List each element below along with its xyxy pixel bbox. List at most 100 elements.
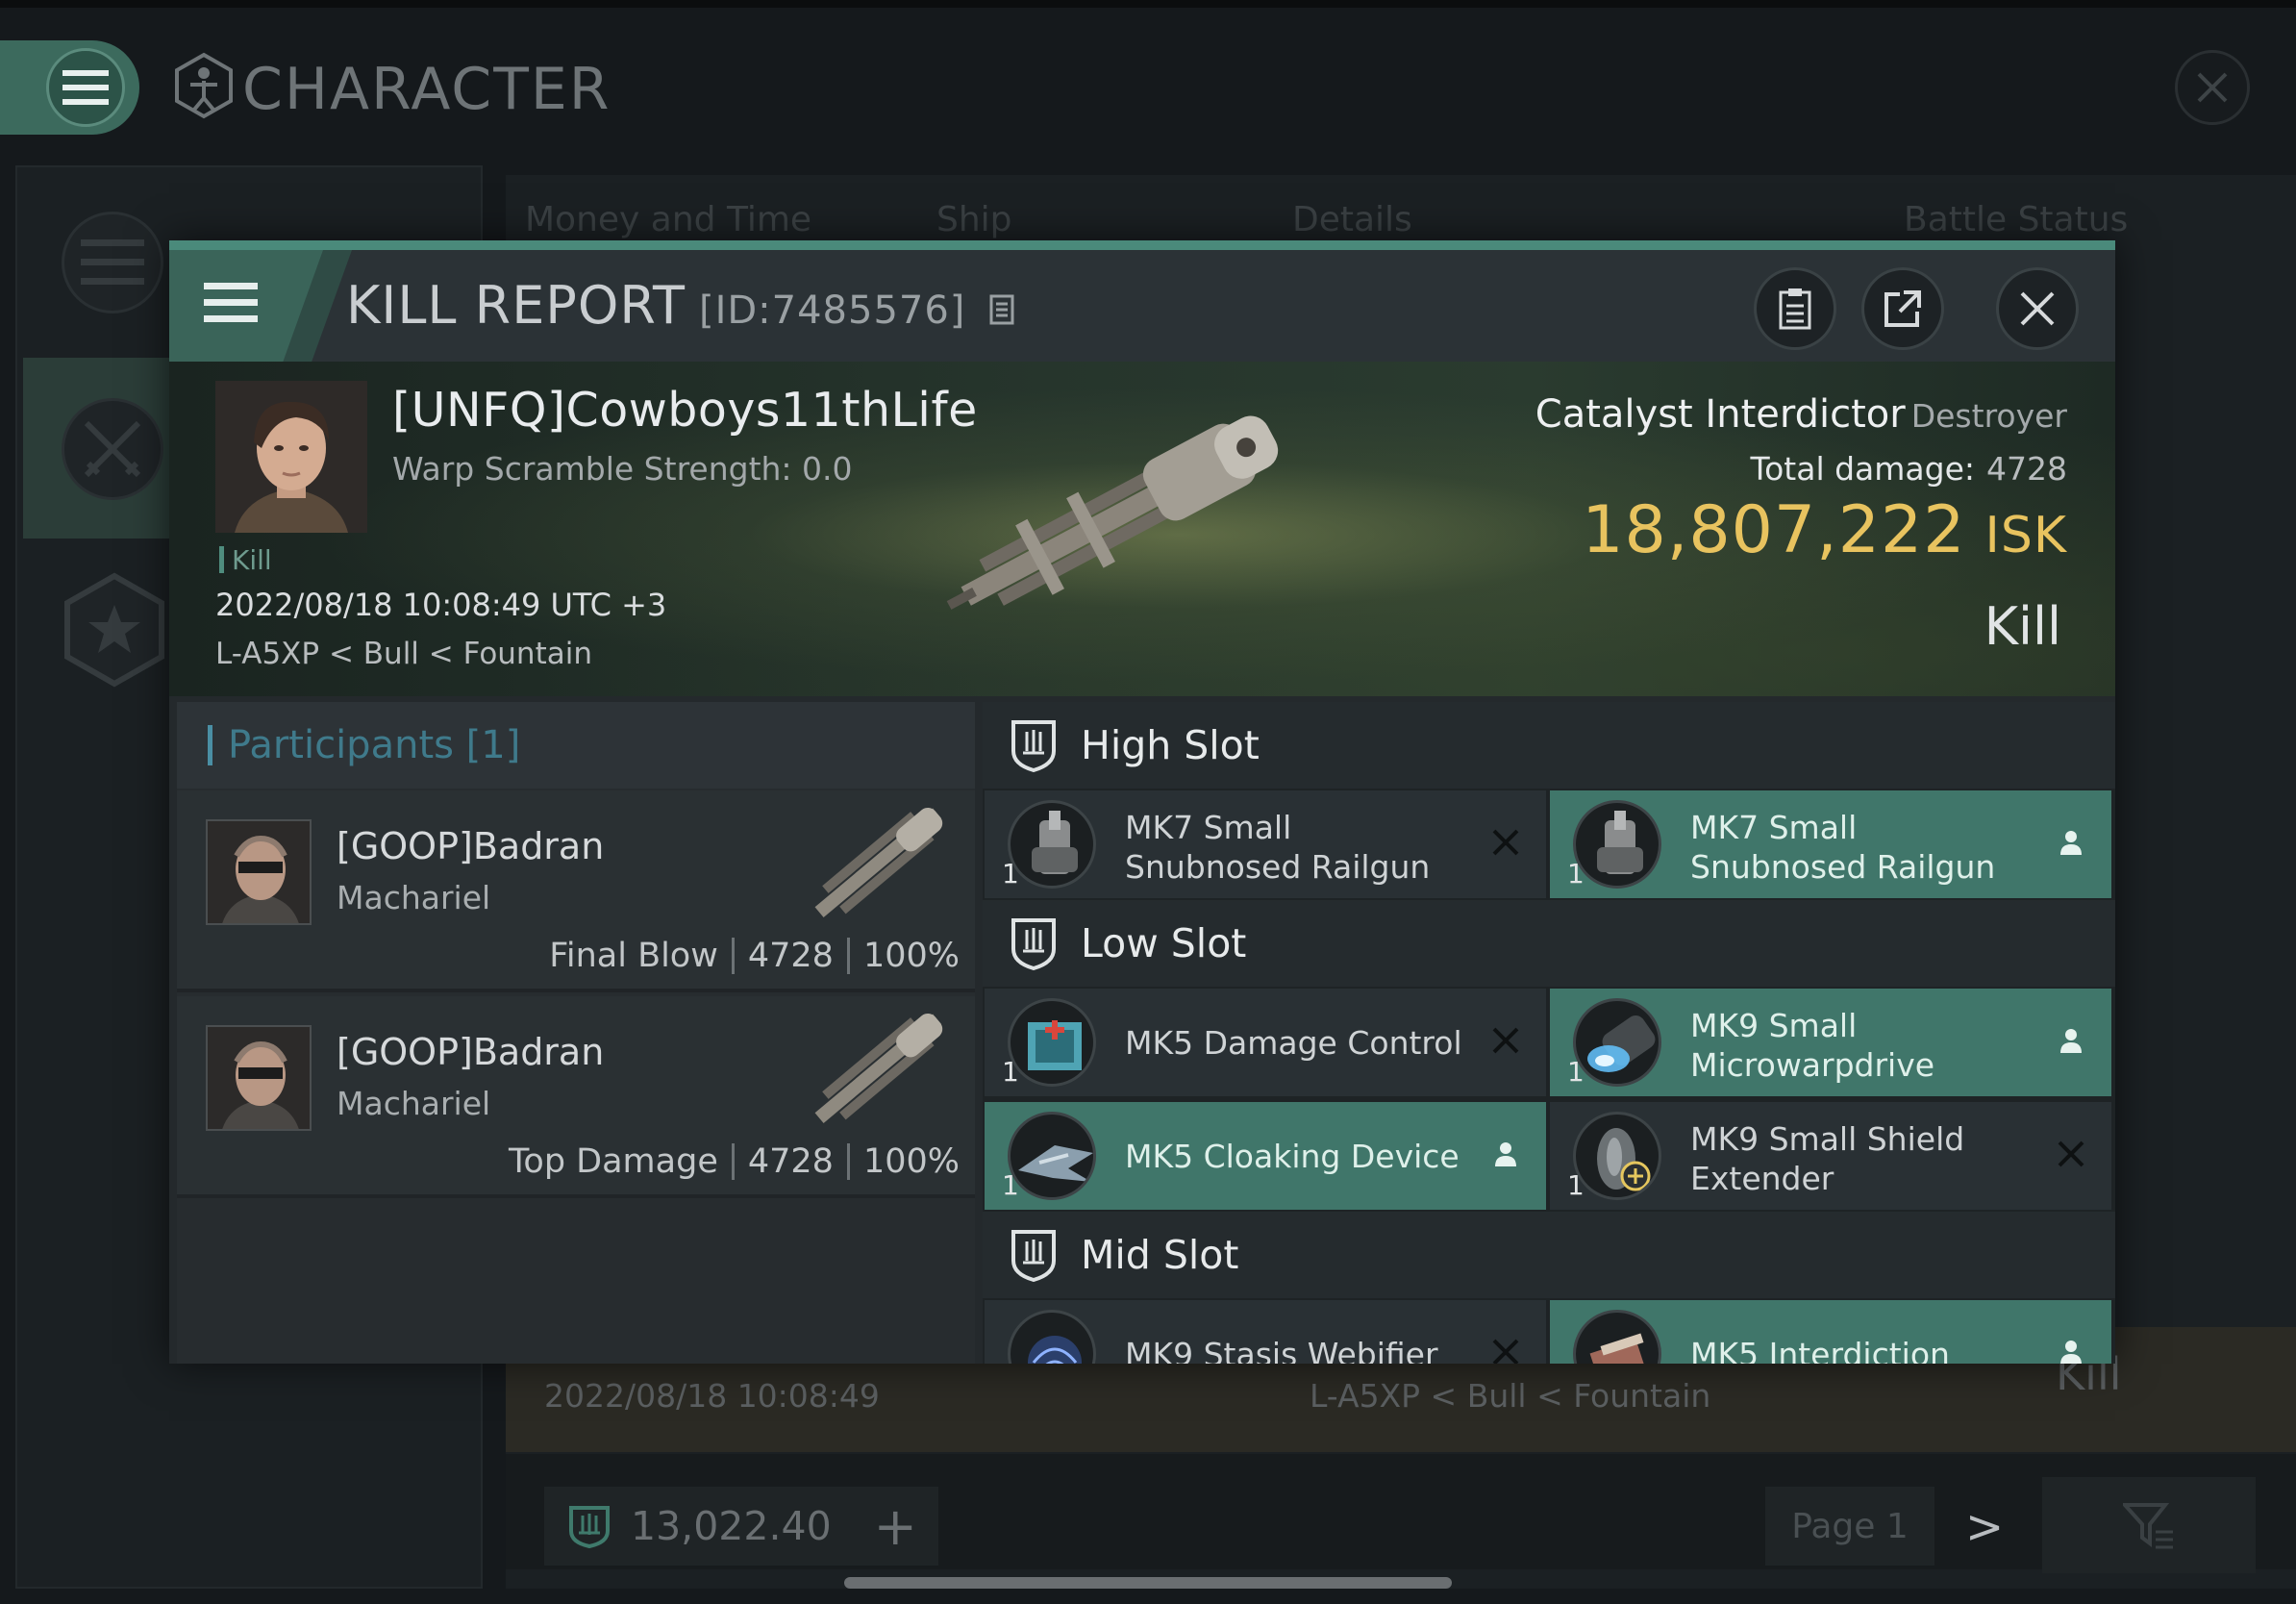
attacker-damage: 4728 (747, 937, 834, 975)
close-icon (2197, 72, 2228, 103)
slot-item-destroyed[interactable]: 1 MK7 Small Snubnosed Railgun (985, 790, 1546, 898)
close-character-button[interactable] (2175, 50, 2250, 125)
participants-header: Participants [1] (177, 702, 975, 789)
slot-item-dropped[interactable]: 1 MK5 Interdiction (1550, 1300, 2111, 1364)
slot-item-dropped[interactable]: 1 MK5 Cloaking Device (985, 1102, 1546, 1210)
column-details[interactable]: Details (1292, 200, 1412, 239)
participant-row[interactable]: [GOOP]Badran Machariel Top Damage 4728 1… (177, 996, 975, 1198)
copy-icon[interactable] (989, 294, 1016, 327)
list-icon (81, 239, 144, 285)
sidebar-medals-button[interactable] (62, 572, 167, 688)
column-money-time[interactable]: Money and Time (525, 200, 811, 239)
slot-item-dropped[interactable]: 1 MK9 Small Microwarpdrive (1550, 989, 2111, 1096)
railgun-icon (1008, 800, 1096, 889)
slot-item-dropped[interactable]: 1 MK7 Small Snubnosed Railgun (1550, 790, 2111, 898)
dropped-person-icon (2052, 1333, 2090, 1364)
destroyed-x-icon (1486, 823, 1525, 862)
add-funds-button[interactable]: + (874, 1496, 917, 1557)
attacker-role: Final Blow (549, 937, 718, 975)
item-name: MK5 Cloaking Device (1125, 1138, 1460, 1175)
shield-extender-icon (1573, 1112, 1661, 1200)
slot-shield-icon (1011, 720, 1056, 772)
kill-tag-bar (219, 546, 224, 573)
dropped-person-icon (2052, 823, 2090, 862)
high-slot-label: High Slot (1081, 722, 1260, 768)
slot-shield-icon (1011, 1230, 1056, 1282)
victim-portrait[interactable] (215, 381, 367, 533)
wallet-display: 13,022.40 + (544, 1487, 938, 1566)
destroyed-x-icon (1486, 1021, 1525, 1060)
participant-row[interactable]: [GOOP]Badran Machariel Final Blow 4728 1… (177, 790, 975, 992)
low-slot-label: Low Slot (1081, 920, 1247, 966)
item-quantity: 1 (1567, 1056, 1585, 1088)
attacker-name[interactable]: [GOOP]Badran (337, 1031, 604, 1073)
item-name: MK9 Small Microwarpdrive (1690, 1007, 1935, 1084)
slot-item-destroyed[interactable]: 1 MK9 Stasis Webifier (985, 1300, 1546, 1364)
sidebar-list-button[interactable] (62, 212, 163, 313)
slot-item-destroyed[interactable]: 1 MK9 Small Shield Extender (1550, 1102, 2111, 1210)
close-icon (2020, 291, 2055, 326)
attacker-percent: 100% (862, 1142, 960, 1181)
clipboard-icon (1779, 288, 1811, 330)
mid-slot-header: Mid Slot (983, 1212, 2115, 1298)
railgun-icon (1573, 800, 1661, 889)
item-name: MK7 Small Snubnosed Railgun (1690, 809, 1996, 886)
cloaking-device-icon (1008, 1112, 1096, 1200)
destroyed-x-icon (1486, 1333, 1525, 1364)
attacker-ship-image (792, 796, 965, 931)
attacker-ship-image (792, 1002, 965, 1137)
total-damage-value: 4728 (1986, 450, 2067, 488)
kill-datetime: 2022/08/18 10:08:49 UTC +3 (215, 587, 667, 623)
page-title: CHARACTER (242, 56, 611, 123)
slot-shield-icon (1011, 918, 1056, 970)
filter-icon (2123, 1503, 2173, 1549)
scrollbar[interactable] (844, 1577, 1452, 1589)
participants-title: Participants [1] (228, 723, 521, 767)
sidebar-combat-button[interactable] (62, 398, 163, 500)
attacker-name[interactable]: [GOOP]Badran (337, 825, 604, 867)
stats-separator (731, 938, 735, 974)
victim-name[interactable]: [UNFQ]Cowboys11thLife (392, 383, 978, 438)
menu-icon (46, 48, 125, 127)
kill-report-dialog: KILL REPORT [ID:7485576] [UNFQ]Cowboys11… (169, 240, 2115, 1364)
attacker-ship: Machariel (337, 1085, 491, 1122)
dropped-person-icon (2052, 1021, 2090, 1060)
kill-location[interactable]: L-A5XP < Bull < Fountain (215, 637, 592, 671)
kill-tag-label: Kill (232, 544, 272, 576)
ship-name[interactable]: Catalyst Interdictor (1535, 392, 1906, 437)
attacker-damage: 4728 (747, 1142, 834, 1181)
item-name: MK5 Damage Control (1125, 1024, 1462, 1062)
column-ship[interactable]: Ship (936, 200, 1012, 239)
record-location: L-A5XP < Bull < Fountain (1310, 1377, 1711, 1415)
participants-header-bar (208, 725, 212, 765)
ship-class: Destroyer (1910, 397, 2067, 435)
dropped-person-icon (1486, 1135, 1525, 1173)
fitting-slots-panel: High Slot 1 MK7 Small Snubnosed Railgun … (983, 702, 2115, 1364)
main-menu-button[interactable] (0, 40, 139, 135)
item-quantity: 1 (1002, 1169, 1019, 1201)
record-date: 2022/08/18 10:08:49 (544, 1377, 880, 1415)
share-button[interactable] (1861, 267, 1944, 350)
clipboard-button[interactable] (1754, 267, 1836, 350)
attacker-avatar[interactable] (206, 819, 312, 925)
total-damage-label: Total damage: (1750, 450, 1976, 488)
attacker-avatar[interactable] (206, 1025, 312, 1131)
isk-currency: ISK (1984, 507, 2067, 564)
microwarpdrive-icon (1573, 998, 1661, 1087)
slot-item-destroyed[interactable]: 1 MK5 Damage Control (985, 989, 1546, 1096)
item-name: MK7 Small Snubnosed Railgun (1125, 809, 1431, 886)
low-slot-header: Low Slot (983, 900, 2115, 987)
total-damage-line: Total damage: 4728 (1751, 450, 2067, 488)
column-battle-status[interactable]: Battle Status (1904, 200, 2128, 239)
next-page-button[interactable]: > (1965, 1500, 2004, 1554)
victim-ship-image[interactable] (919, 404, 1323, 635)
attacker-role: Top Damage (508, 1142, 718, 1181)
close-dialog-button[interactable] (1996, 267, 2079, 350)
filter-button[interactable] (2042, 1477, 2256, 1573)
menu-icon (204, 283, 258, 322)
kill-report-id: [ID:7485576] (698, 288, 966, 333)
item-quantity: 1 (1567, 1169, 1585, 1201)
isk-value: 18,807,222 (1582, 492, 1966, 568)
dialog-menu-button[interactable] (204, 281, 258, 325)
wallet-amount: 13,022.40 (631, 1503, 832, 1549)
